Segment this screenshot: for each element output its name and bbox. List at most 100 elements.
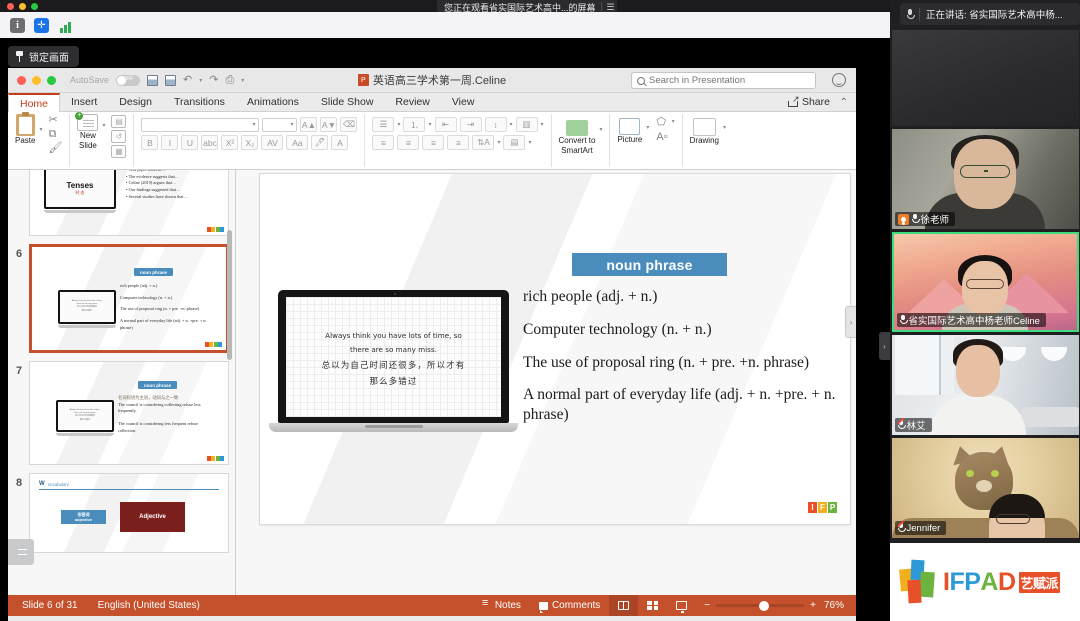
zoom-out-button[interactable]: − (704, 600, 710, 611)
justify-button[interactable]: ≡ (447, 135, 470, 150)
text-direction-caret-icon[interactable]: ▾ (497, 139, 500, 146)
tab-animations[interactable]: Animations (236, 93, 310, 111)
align-text-button[interactable]: ▤ (503, 135, 526, 150)
clear-formatting-icon[interactable]: ⌫ (340, 117, 358, 132)
layout-icon[interactable]: ▤ (111, 115, 127, 128)
shapes-caret-icon[interactable]: ▾ (672, 118, 675, 125)
smartart-caret-icon[interactable]: ▾ (599, 126, 602, 133)
ppt-close-button[interactable] (17, 75, 26, 85)
slide-sorter-button[interactable] (638, 595, 667, 616)
current-slide[interactable]: Always think you have lots of time, so t… (260, 174, 850, 524)
ribbon-collapse-icon[interactable]: ⌃ (840, 97, 848, 108)
video-tile-linai[interactable]: 林艾 (891, 335, 1079, 435)
thumbnail-item-8[interactable]: 8 W Vocabulary 形容词 adjective Adjective (8, 469, 235, 557)
slide-show-view-button[interactable] (667, 595, 696, 616)
bullets-button[interactable]: ☰ (372, 117, 395, 132)
increase-indent-button[interactable]: ⇥ (459, 117, 482, 132)
search-input[interactable] (649, 75, 810, 86)
section-icon[interactable]: ▦ (111, 145, 127, 158)
notes-button[interactable]: Notes (473, 595, 530, 616)
tab-home[interactable]: Home (8, 93, 61, 112)
drawing-button[interactable]: Drawing (690, 114, 719, 146)
zoom-slider-knob[interactable] (759, 600, 770, 611)
zoom-control[interactable]: − + (696, 600, 824, 611)
ppt-minimize-button[interactable] (32, 75, 41, 85)
shield-icon[interactable]: ✛ (34, 17, 49, 33)
decrease-indent-button[interactable]: ⇤ (434, 117, 457, 132)
underline-button[interactable]: U (181, 135, 199, 150)
paste-caret-icon[interactable]: ▾ (39, 126, 42, 133)
change-case-button[interactable]: Aa (286, 135, 309, 150)
tab-review[interactable]: Review (384, 93, 440, 111)
qat-more-caret-icon[interactable]: ▾ (241, 77, 244, 84)
strikethrough-button[interactable]: abc (201, 135, 219, 150)
line-spacing-caret-icon[interactable]: ▾ (510, 121, 513, 128)
signal-bars-icon[interactable] (58, 18, 73, 33)
superscript-button[interactable]: X² (221, 135, 239, 150)
numbering-button[interactable]: ⒈ (403, 117, 426, 132)
new-presentation-icon[interactable] (147, 74, 159, 86)
undo-icon[interactable]: ↶ (183, 74, 192, 86)
new-slide-caret-icon[interactable]: ▾ (102, 122, 105, 129)
columns-button[interactable]: ▥ (515, 117, 538, 132)
font-size-select[interactable]: ▾ (262, 117, 298, 132)
save-icon[interactable] (165, 74, 177, 86)
shapes-icon[interactable]: ⬠ (656, 117, 667, 128)
picture-caret-icon[interactable]: ▾ (646, 124, 649, 131)
panel-collapse-handle[interactable]: › (879, 332, 890, 360)
tab-insert[interactable]: Insert (60, 93, 108, 111)
lock-screen-button[interactable]: 锁定画面 (8, 46, 79, 67)
canvas-collapse-handle[interactable]: › (845, 306, 856, 338)
font-color-button[interactable]: A (331, 135, 349, 150)
search-box[interactable] (631, 72, 816, 89)
increase-font-size-button[interactable]: A▲ (300, 117, 318, 132)
decrease-font-size-button[interactable]: A▼ (320, 117, 338, 132)
format-painter-icon[interactable]: 🖌 (48, 143, 62, 154)
autosave-toggle[interactable] (116, 74, 141, 86)
ppt-traffic-lights[interactable] (17, 75, 56, 85)
numbering-caret-icon[interactable]: ▾ (428, 121, 431, 128)
thumbnail-scrollbar[interactable] (227, 230, 232, 360)
outline-view-button[interactable] (8, 539, 34, 565)
font-family-select[interactable]: ▾ (141, 117, 260, 132)
tab-design[interactable]: Design (108, 93, 163, 111)
zoom-level-label[interactable]: 76% (824, 600, 848, 611)
tab-transitions[interactable]: Transitions (163, 93, 236, 111)
cut-icon[interactable]: ✂ (48, 115, 62, 126)
ppt-maximize-button[interactable] (47, 75, 56, 85)
bold-button[interactable]: B (141, 135, 159, 150)
minimize-window-button[interactable] (19, 3, 26, 10)
italic-button[interactable]: I (161, 135, 179, 150)
thumbnail-card-8[interactable]: W Vocabulary 形容词 adjective Adjective (29, 473, 229, 553)
video-tile-celine[interactable]: 省实国际艺术高中杨老师Celine (891, 232, 1079, 332)
line-spacing-button[interactable]: ↕ (484, 117, 507, 132)
subscript-button[interactable]: X₂ (241, 135, 259, 150)
zoom-slider[interactable] (716, 600, 805, 611)
thumbnail-card-7[interactable]: noun phrase Always think you have lots o… (29, 361, 229, 465)
close-window-button[interactable] (7, 3, 14, 10)
picture-button[interactable]: Picture (617, 114, 642, 145)
window-traffic-lights[interactable] (7, 3, 38, 10)
align-left-button[interactable]: ≡ (372, 135, 395, 150)
slide-thumbnail-pane[interactable]: 5 Tenses 时 态 (8, 170, 236, 595)
thumbnail-item-5[interactable]: 5 Tenses 时 态 (8, 170, 235, 240)
share-button[interactable]: Share (787, 93, 830, 111)
redo-icon[interactable]: ↷ (209, 74, 218, 86)
text-highlight-icon[interactable]: 🖊 (311, 135, 329, 150)
reset-icon[interactable]: ↺ (111, 130, 127, 143)
new-slide-button[interactable]: + New Slide (75, 112, 99, 151)
thumbnail-item-6[interactable]: 6 noun phrase Always think you have lots… (8, 240, 235, 357)
columns-caret-icon[interactable]: ▾ (541, 121, 544, 128)
align-text-caret-icon[interactable]: ▾ (528, 139, 531, 146)
video-tile-blank[interactable] (891, 30, 1079, 126)
feedback-smiley-icon[interactable] (832, 73, 846, 87)
copy-icon[interactable]: ⧉ (48, 129, 62, 140)
active-speaker-pill[interactable]: 正在讲话: 省实国际艺术高中杨... (900, 3, 1080, 25)
character-spacing-button[interactable]: AV (261, 135, 284, 150)
comments-button[interactable]: Comments (530, 595, 609, 616)
video-tile-jennifer[interactable]: Jennifer (891, 438, 1079, 538)
normal-view-button[interactable] (609, 595, 639, 616)
align-right-button[interactable]: ≡ (422, 135, 445, 150)
print-icon[interactable]: ⎙ (225, 74, 234, 86)
zoom-in-button[interactable]: + (810, 600, 816, 611)
